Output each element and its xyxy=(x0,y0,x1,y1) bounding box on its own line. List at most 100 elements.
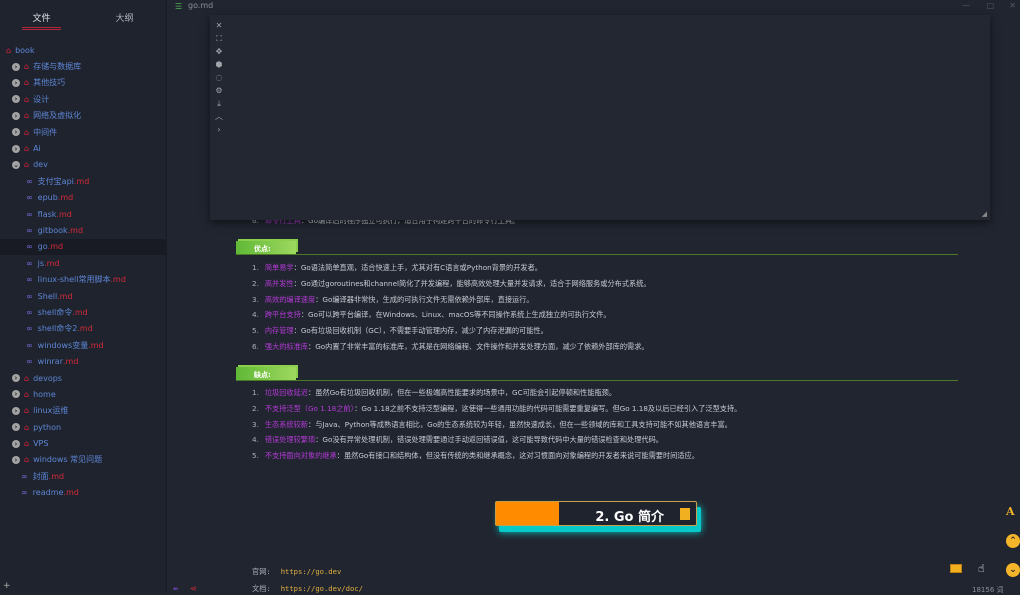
menu-icon[interactable]: ☰ xyxy=(175,2,182,11)
tree-item[interactable]: › ⌂ home xyxy=(0,386,166,402)
chevron-right-icon[interactable]: › xyxy=(12,144,20,153)
resize-handle-icon[interactable]: ◢ xyxy=(982,210,987,218)
circle-icon[interactable]: ◌ xyxy=(214,71,224,84)
chevron-right-icon[interactable]: › xyxy=(12,111,20,120)
hand-pointer-icon[interactable]: ☝ xyxy=(978,562,985,575)
tree-item-label: go xyxy=(37,242,48,252)
tree-item-label: readme xyxy=(32,488,64,498)
tree-item-ext: .md xyxy=(77,324,93,334)
home-icon: ⌂ xyxy=(24,94,30,104)
tree-item[interactable]: ∞ winrar .md xyxy=(0,353,166,369)
file-name: go.md xyxy=(188,1,214,10)
image-icon[interactable] xyxy=(950,564,962,573)
home-icon: ⌂ xyxy=(24,62,30,72)
home-icon: ⌂ xyxy=(24,144,30,154)
tree-item[interactable]: ⌂ book xyxy=(0,42,166,58)
chevron-right-icon[interactable]: › xyxy=(12,128,20,137)
tree-item-label: 设计 xyxy=(33,94,50,104)
tree-item[interactable]: ∞ shell命令 .md xyxy=(0,304,166,320)
home-icon: ⌂ xyxy=(24,406,30,416)
cube-icon[interactable]: ⬢ xyxy=(214,58,224,71)
link-icon: ∞ xyxy=(26,357,33,367)
tree-item[interactable]: › ⌂ 设计 xyxy=(0,91,166,107)
sidebar: 文件 大纲 ⌂ book › ⌂ 存储与数据库 › ⌂ 其他技巧 › ⌂ 设计 › ⌂ 网络及虚拟化 › ⌂ 中… xyxy=(0,0,167,592)
tree-item[interactable]: › ⌂ 网络及虚拟化 xyxy=(0,108,166,124)
tree-item[interactable]: ∞ 封面 .md xyxy=(0,468,166,484)
tree-item-ext: .md xyxy=(47,242,64,252)
download-icon[interactable]: ⤓ xyxy=(214,97,224,110)
minimize-icon[interactable]: — xyxy=(962,1,970,10)
tree-item[interactable]: ∞ windows变量 .md xyxy=(0,337,166,353)
banner-title: 2. Go 简介 xyxy=(595,510,664,525)
font-icon[interactable]: A xyxy=(1006,505,1015,518)
chevron-right-icon[interactable]: › xyxy=(12,455,20,464)
scroll-down-button[interactable]: ⌄ xyxy=(1006,563,1020,577)
tree-item-label: python xyxy=(33,422,62,432)
chevron-right-icon[interactable]: › xyxy=(214,123,224,136)
tree-item[interactable]: › ⌂ devops xyxy=(0,370,166,386)
link-icon: ∞ xyxy=(21,471,28,481)
tree-item-label: 中间件 xyxy=(33,127,58,137)
link-icon: ∞ xyxy=(26,275,33,285)
bookmark-icon xyxy=(680,508,690,520)
list-item: 5. 不支持面向对象的继承：虽然Go有接口和结构体，但没有传统的类和继承概念，这对… xyxy=(252,451,699,461)
tree-item-ext: .md xyxy=(56,209,72,219)
tree-item[interactable]: ∞ go .md xyxy=(0,238,166,256)
tree-item[interactable]: ∞ readme .md xyxy=(0,485,166,501)
tree-item-label: gitbook xyxy=(37,225,68,235)
tree-item[interactable]: ∞ epub .md xyxy=(0,190,166,206)
tab-files[interactable]: 文件 xyxy=(0,0,83,32)
fullscreen-icon[interactable]: ⛶ xyxy=(214,32,224,45)
chevron-down-icon[interactable]: ⌄ xyxy=(12,160,20,169)
tree-item[interactable]: › ⌂ windows 常见问题 xyxy=(0,452,166,468)
site-link[interactable]: https://go.dev xyxy=(281,567,342,576)
tree-item-label: windows变量 xyxy=(37,340,89,350)
chevron-right-icon[interactable]: › xyxy=(12,374,20,382)
banner-fill xyxy=(496,502,559,525)
tree-item[interactable]: › ⌂ 其他技巧 xyxy=(0,75,166,91)
chevron-right-icon[interactable]: › xyxy=(12,95,20,104)
list-item: 4. 错误处理较繁琐：Go没有异常处理机制，错误处理需要通过手动返回错误值，这可能… xyxy=(252,435,663,445)
tree-item-ext: .md xyxy=(88,340,104,350)
tree-item[interactable]: ∞ linux-shell常用脚本 .md xyxy=(0,271,166,287)
tree-item[interactable]: ∞ js .md xyxy=(0,255,166,271)
maximize-icon[interactable]: □ xyxy=(986,1,994,10)
chevron-right-icon[interactable]: › xyxy=(12,439,20,448)
chevron-right-icon[interactable]: › xyxy=(12,78,20,87)
tab-outline[interactable]: 大纲 xyxy=(83,0,166,32)
link-icon: ∞ xyxy=(26,209,33,219)
tree-item[interactable]: ∞ shell命令2 .md xyxy=(0,321,166,337)
chevron-right-icon[interactable]: › xyxy=(12,423,20,432)
tree-item-label: flask xyxy=(37,209,57,219)
tree-item-label: 其他技巧 xyxy=(33,78,66,88)
close-icon[interactable]: ✕ xyxy=(214,19,224,32)
tree-item[interactable]: ∞ Shell .md xyxy=(0,288,166,304)
scroll-up-button[interactable]: ⌃ xyxy=(1006,534,1020,548)
tree-item[interactable]: ∞ flask .md xyxy=(0,206,166,222)
tree-item-label: dev xyxy=(33,160,48,170)
tree-item-label: 支付宝api xyxy=(37,176,74,186)
move-icon[interactable]: ✥ xyxy=(214,45,224,58)
tree-item-ext: .md xyxy=(110,275,126,285)
tree-item[interactable]: › ⌂ Ai xyxy=(0,140,166,156)
link-icon: ∞ xyxy=(26,242,33,252)
tree-item-ext: .md xyxy=(57,193,74,203)
window-close-icon[interactable]: ✕ xyxy=(1009,1,1016,10)
tree-item[interactable]: ⌄ ⌂ dev xyxy=(0,157,166,173)
home-icon: ⌂ xyxy=(24,389,30,399)
tree-item[interactable]: › ⌂ 中间件 xyxy=(0,124,166,140)
tree-item[interactable]: ∞ 支付宝api .md xyxy=(0,173,166,189)
tree-item-label: devops xyxy=(33,373,62,383)
tree-item[interactable]: › ⌂ VPS xyxy=(0,435,166,451)
tree-item[interactable]: › ⌂ linux运维 xyxy=(0,403,166,419)
tree-item[interactable]: ∞ gitbook .md xyxy=(0,222,166,238)
chevron-right-icon[interactable]: › xyxy=(12,62,20,71)
chevron-up-icon[interactable]: ︿ xyxy=(214,110,224,123)
chevron-right-icon[interactable]: › xyxy=(12,390,20,399)
tree-item[interactable]: › ⌂ 存储与数据库 xyxy=(0,58,166,74)
add-icon[interactable]: + xyxy=(3,581,11,591)
tree-item[interactable]: › ⌂ python xyxy=(0,419,166,435)
gear-icon[interactable]: ⚙ xyxy=(214,84,224,97)
tree-item-label: Ai xyxy=(33,144,41,154)
chevron-right-icon[interactable]: › xyxy=(12,406,20,415)
